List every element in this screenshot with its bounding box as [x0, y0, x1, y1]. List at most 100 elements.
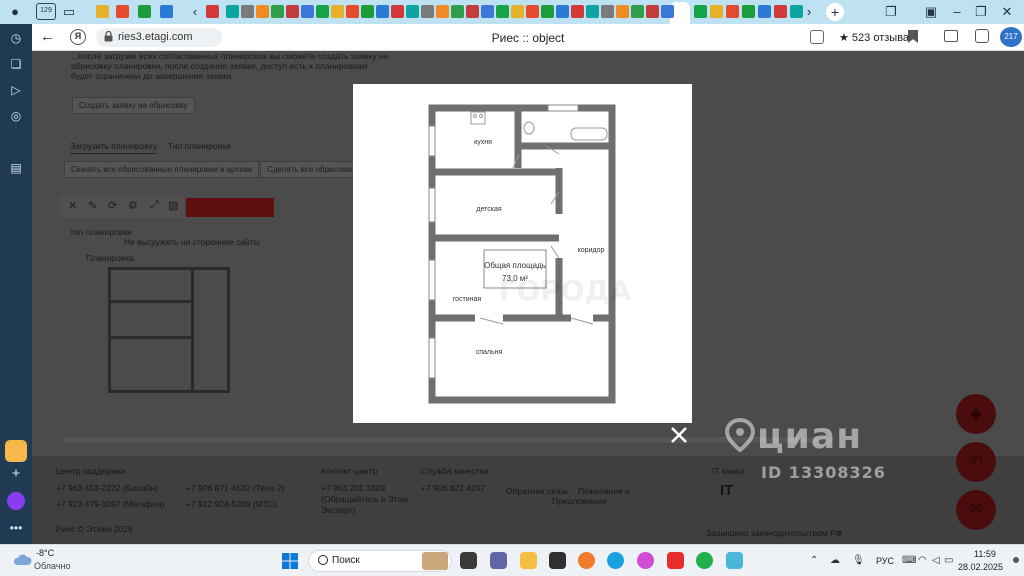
tab-favicon-icon[interactable] — [138, 5, 151, 18]
tab-favicon-icon[interactable] — [421, 5, 434, 18]
tab-favicon-icon[interactable] — [361, 5, 374, 18]
crop-icon[interactable]: ⤢ — [150, 199, 159, 212]
tab-counter-icon[interactable] — [8, 134, 24, 150]
weather-desc[interactable]: Облачно — [34, 561, 70, 571]
tab-favicon-icon[interactable] — [331, 5, 344, 18]
battery-icon[interactable]: ▭ — [944, 555, 953, 566]
tab-favicon-icon[interactable] — [556, 5, 569, 18]
rotate-icon[interactable]: ⟳ — [108, 199, 117, 212]
tab-favicon-icon[interactable] — [541, 5, 554, 18]
weather-temp[interactable]: -8°C — [36, 548, 54, 558]
windows-start-icon[interactable] — [282, 553, 298, 569]
tab-count-icon[interactable]: 129 — [36, 3, 56, 20]
back-icon[interactable]: ← — [40, 28, 55, 45]
collapse-tabs-icon[interactable]: ▭ — [60, 3, 78, 21]
add-app-icon[interactable]: + — [8, 466, 24, 482]
tab-favicon-icon[interactable] — [774, 5, 787, 18]
tab-favicon-icon[interactable] — [646, 5, 659, 18]
horizontal-scrollbar[interactable] — [64, 437, 834, 443]
tab-favicon-icon[interactable] — [451, 5, 464, 18]
restore-window-icon[interactable]: ❐ — [972, 3, 990, 21]
phone-button[interactable]: ✆ — [956, 442, 996, 482]
tab-favicon-icon[interactable] — [226, 5, 239, 18]
downloads-button[interactable]: 217 — [1000, 27, 1022, 47]
tab-favicon-icon[interactable] — [631, 5, 644, 18]
tab-favicon-icon[interactable] — [616, 5, 629, 18]
keyboard-icon[interactable]: ⌨ — [902, 555, 916, 566]
clock-date[interactable]: 28.02.2025 — [958, 562, 1003, 572]
profile-icon[interactable]: ● — [6, 3, 24, 21]
support-phone[interactable]: +7 923 479-3097 (Мегафон) — [56, 499, 165, 509]
create-request-button[interactable]: Создать заявку на обрисовку — [72, 97, 195, 114]
pencil-icon[interactable]: ✎ — [88, 199, 97, 212]
screen-share-icon[interactable]: ▤ — [8, 160, 24, 176]
app-icon[interactable] — [549, 552, 566, 569]
tab-favicon-icon[interactable] — [466, 5, 479, 18]
tab-favicon-icon[interactable] — [256, 5, 269, 18]
image-icon[interactable]: ▨ — [168, 199, 178, 212]
wifi-icon[interactable]: ◠ — [918, 555, 927, 566]
language-indicator[interactable]: РУС — [876, 556, 894, 566]
tab-favicon-icon[interactable] — [511, 5, 524, 18]
kaspersky-icon[interactable] — [696, 552, 713, 569]
support-phone[interactable]: +7 912 924-5289 (МТС) — [186, 499, 277, 509]
mail-app-icon[interactable] — [5, 440, 27, 462]
tab-favicon-icon[interactable] — [346, 5, 359, 18]
tab-favicon-icon[interactable] — [406, 5, 419, 18]
tab-favicon-icon[interactable] — [726, 5, 739, 18]
collections-icon[interactable]: ❏ — [8, 56, 24, 72]
tab-favicon-icon[interactable] — [694, 5, 707, 18]
contact-line[interactable]: +7 963 201 3309 — [321, 483, 385, 493]
tab-favicon-icon[interactable] — [271, 5, 284, 18]
chrome-icon[interactable] — [637, 552, 654, 569]
save-button[interactable] — [186, 198, 274, 217]
tab-scroll-left-icon[interactable]: ‹ — [186, 3, 204, 21]
minimize-window-icon[interactable]: – — [948, 3, 966, 21]
close-window-icon[interactable]: ✕ — [998, 3, 1016, 21]
edge-icon[interactable] — [607, 552, 624, 569]
teams-icon[interactable] — [490, 552, 507, 569]
reviews-link[interactable]: ★ 523 отзыва — [839, 31, 909, 44]
extensions-icon[interactable] — [975, 29, 989, 43]
footer-link[interactable]: Предложения — [552, 496, 606, 506]
tab-type[interactable]: Тип планировки — [168, 141, 231, 151]
close-icon[interactable] — [668, 424, 690, 446]
bookmark-icon[interactable] — [908, 30, 918, 43]
tab-favicon-icon[interactable] — [286, 5, 299, 18]
more-icon[interactable]: ••• — [8, 520, 24, 536]
volume-icon[interactable]: ◁ — [932, 555, 940, 566]
tab-favicon-icon[interactable] — [571, 5, 584, 18]
microphone-icon[interactable]: 🎙 — [852, 555, 865, 566]
file-explorer-icon[interactable] — [520, 552, 537, 569]
tab-favicon-icon[interactable] — [116, 5, 129, 18]
yandex-icon[interactable]: Я — [70, 29, 86, 45]
notification-dot-icon[interactable] — [1013, 557, 1019, 563]
clock-time[interactable]: 11:59 — [974, 549, 996, 559]
tab-favicon-icon[interactable] — [586, 5, 599, 18]
tab-favicon-icon[interactable] — [496, 5, 509, 18]
video-icon[interactable]: ▷ — [8, 82, 24, 98]
new-tab-button[interactable]: + — [826, 3, 844, 21]
tab-favicon-icon[interactable] — [391, 5, 404, 18]
tab-favicon-icon[interactable] — [206, 5, 219, 18]
share-icon[interactable] — [944, 30, 958, 42]
message-button[interactable]: ✉ — [956, 490, 996, 530]
tab-list-icon[interactable]: ❐ — [882, 3, 900, 21]
protect-icon[interactable] — [810, 30, 824, 44]
tab-favicon-icon[interactable] — [481, 5, 494, 18]
footer-link[interactable]: Обратная связь — [506, 486, 569, 496]
close-icon[interactable]: ✕ — [68, 199, 77, 212]
footer-link[interactable]: Пожелания и — [578, 486, 630, 496]
chat-button[interactable]: ◆ — [956, 394, 996, 434]
tab-favicon-icon[interactable] — [241, 5, 254, 18]
tab-upload[interactable]: Загрузить планировку — [70, 141, 157, 154]
support-phone[interactable]: +7 906 871-4532 (Теле 2) — [186, 483, 284, 493]
alice-assistant-icon[interactable] — [7, 492, 25, 510]
tab-favicon-icon[interactable] — [526, 5, 539, 18]
tab-favicon-icon[interactable] — [160, 5, 173, 18]
notes-app-icon[interactable] — [726, 552, 743, 569]
support-phone[interactable]: +7 963 453-2222 (Билайн) — [56, 483, 158, 493]
settings-icon[interactable]: ⚙ — [128, 199, 138, 212]
download-all-button[interactable]: Скачать все обрисованные планировки в ар… — [64, 161, 260, 178]
tab-favicon-icon[interactable] — [661, 5, 674, 18]
